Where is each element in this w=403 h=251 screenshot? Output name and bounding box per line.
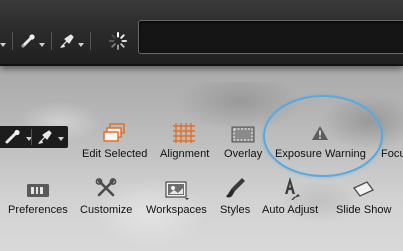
search-input[interactable] [139, 21, 403, 53]
toolbar-separator [90, 32, 91, 50]
dropper-tool-button[interactable] [19, 30, 45, 52]
styles-button[interactable]: Styles [220, 176, 250, 216]
focus-icon [381, 124, 403, 144]
auto-adjust-icon [285, 177, 301, 200]
workspaces-button[interactable]: Workspaces [146, 176, 207, 216]
toolbar-separator [12, 32, 13, 50]
overlay-label: Overlay [224, 148, 263, 160]
stamp-icon [38, 130, 52, 144]
exposure-warning-label: Exposure Warning [275, 148, 366, 160]
preferences-icon [26, 184, 49, 197]
preferences-label: Preferences [8, 204, 68, 216]
edit-selected-label: Edit Selected [82, 148, 148, 160]
preferences-button[interactable]: Preferences [8, 176, 68, 216]
workspaces-label: Workspaces [146, 204, 207, 216]
stamp-icon [60, 34, 74, 48]
toolbar-separator [31, 129, 32, 145]
slide-show-label: Slide Show [336, 204, 392, 216]
toolbar-bottom-edge [0, 64, 403, 66]
edit-selected-icon [102, 123, 125, 142]
customize-button[interactable]: Customize [80, 176, 132, 216]
dropper-icon [21, 34, 35, 48]
workspaces-icon [165, 181, 190, 200]
background-photo [0, 82, 403, 251]
focus-label: Focu [381, 148, 403, 160]
customize-label: Customize [80, 204, 133, 216]
slideshow-icon [352, 181, 374, 197]
warning-triangle-icon [312, 126, 329, 140]
top-tool-group [0, 30, 97, 52]
toolbar-separator [51, 32, 52, 50]
alignment-grid-icon [172, 123, 195, 143]
stamp-tool-button[interactable] [58, 30, 84, 52]
overlay-button[interactable]: Overlay [224, 120, 262, 160]
edit-selected-button[interactable]: Edit Selected [82, 120, 147, 160]
search-box[interactable] [138, 20, 403, 54]
overlay-icon [231, 126, 255, 143]
app-window: Edit Selected Alignment Overlay Exposure… [0, 0, 403, 251]
alignment-button[interactable]: Alignment [160, 120, 209, 160]
loading-spinner-icon [109, 32, 127, 50]
focus-button[interactable]: Focu [381, 120, 403, 160]
exposure-warning-button[interactable]: Exposure Warning [275, 120, 366, 160]
auto-adjust-button[interactable]: Auto Adjust [262, 176, 318, 216]
top-toolbar [0, 0, 403, 66]
mid-dropper-button[interactable] [4, 128, 24, 151]
brush-icon [226, 178, 246, 198]
auto-adjust-label: Auto Adjust [262, 204, 319, 216]
mid-tool-strip [0, 126, 68, 148]
top-tool-caret-partial[interactable] [0, 30, 6, 52]
styles-label: Styles [220, 204, 251, 216]
tools-icon [95, 178, 117, 197]
dropper-icon [5, 129, 20, 144]
mid-stamp-button[interactable] [36, 128, 54, 151]
alignment-label: Alignment [160, 148, 210, 160]
slide-show-button[interactable]: Slide Show [336, 176, 392, 216]
